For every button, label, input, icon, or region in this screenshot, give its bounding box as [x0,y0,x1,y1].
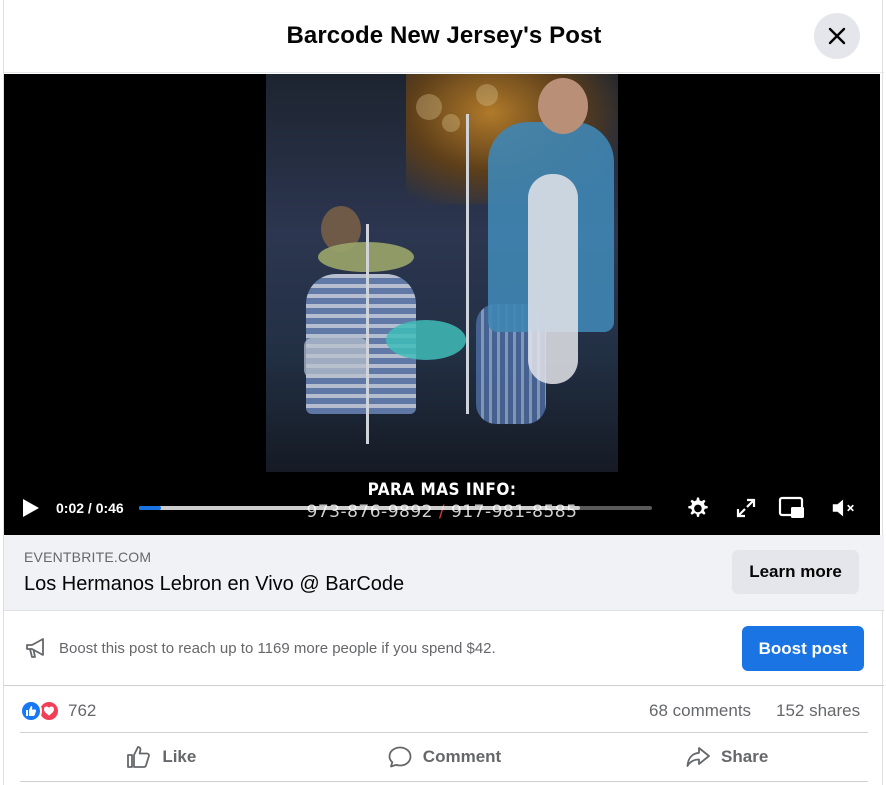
comments-count[interactable]: 68 comments [649,701,751,721]
post-modal: Barcode New Jersey's Post PARA MAS INFO:… [3,0,884,785]
link-title[interactable]: Los Hermanos Lebron en Vivo @ BarCode [24,573,404,596]
modal-header: Barcode New Jersey's Post [4,0,884,73]
thumbs-up-icon [127,746,151,768]
reaction-count: 762 [68,701,97,720]
share-label: Share [721,747,769,766]
buffered-bar [139,506,581,510]
gear-icon [688,497,708,517]
comment-button[interactable]: Comment [303,733,586,781]
post-actions: Like Comment Share [20,732,868,782]
close-icon [828,27,846,45]
boost-bar: Boost this post to reach up to 1169 more… [4,612,884,686]
video-frame [266,74,618,472]
link-preview[interactable]: EVENTBRITE.COM Los Hermanos Lebron en Vi… [4,535,884,611]
link-domain: EVENTBRITE.COM [24,549,152,565]
comment-label: Comment [422,747,502,766]
picture-in-picture-icon [778,496,804,518]
reactions-summary[interactable]: 762 [20,699,96,723]
progress-bar[interactable] [139,506,652,510]
boost-post-button[interactable]: Boost post [742,626,864,671]
fullscreen-button[interactable] [732,494,760,522]
pip-button[interactable] [778,494,806,522]
post-stats: 762 68 comments 152 shares [4,687,884,733]
boost-text: Boost this post to reach up to 1169 more… [59,640,496,657]
like-button[interactable]: Like [20,733,303,781]
share-arrow-icon [686,747,710,767]
share-button[interactable]: Share [585,733,868,781]
video-player[interactable]: PARA MAS INFO: 973-876-9892 / 917-981-85… [4,74,880,535]
video-time: 0:02 / 0:46 [56,500,124,516]
comment-bubble-icon [388,746,412,768]
like-label: Like [162,747,197,766]
progress-fill [139,506,162,510]
expand-icon [736,498,756,518]
settings-button[interactable] [683,494,711,522]
video-controls: 0:02 / 0:46 [4,488,880,528]
like-reaction-icon [20,700,42,722]
close-button[interactable] [814,13,860,59]
play-icon[interactable] [23,499,39,517]
learn-more-button[interactable]: Learn more [732,550,859,594]
shares-count[interactable]: 152 shares [776,701,860,721]
mute-button[interactable] [830,494,858,522]
volume-muted-icon [832,499,854,517]
modal-title: Barcode New Jersey's Post [286,22,602,49]
megaphone-icon [26,638,44,658]
